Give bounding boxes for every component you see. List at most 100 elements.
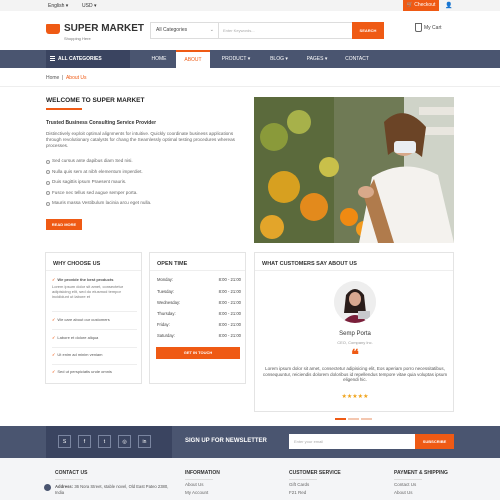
all-categories-button[interactable]: ALL CATEGORIES [46,50,130,68]
newsletter-bar: S f t ◎ in SIGN UP FOR NEWSLETTER Enter … [0,426,500,458]
footer-address: Address: 36 Nora Street, stable novel, O… [44,484,170,495]
footer: CONTACT US Address: 36 Nora Street, stab… [0,458,500,500]
breadcrumb-home[interactable]: Home [46,75,59,81]
testimonial-text: Lorem ipsum dolor sit amet, consectetur … [262,366,448,382]
list-item: ✓ We provide the best products [52,277,114,282]
checkout-button[interactable]: 🛒 Checkout [403,0,439,11]
testimonial-role: CEO, Company Inc. [337,340,373,345]
footer-link[interactable]: About Us [394,490,413,495]
location-icon [44,484,51,491]
check-icon: ✓ [52,277,56,282]
nav-contact[interactable]: CONTACT [340,50,374,68]
search-input[interactable]: Enter Keywords... [223,23,353,38]
footer-service-title: CUSTOMER SERVICE [289,470,341,480]
search-category-select[interactable]: All Categories ⌄ [151,23,219,38]
hours-row: Monday: 8:00 - 21:00 [157,277,241,282]
list-item: Sed cursus ante dapibus diam Sed nisi. [46,158,151,169]
breadcrumb: Home | About Us [46,75,87,81]
check-icon: ✓ [52,369,56,374]
nav-home[interactable]: HOME [142,50,176,68]
list-item: Fusce nec tellus sed augue semper porta. [46,190,151,201]
panel-title: OPEN TIME [150,253,245,271]
currency-select[interactable]: USD ▾ [82,3,96,9]
twitter-icon[interactable]: t [98,435,111,448]
search-button[interactable]: SEARCH [352,22,384,39]
chevron-down-icon: ⌄ [209,27,214,33]
list-item: ✓ Ut enim ad minim veniam [52,352,103,357]
nav-product[interactable]: PRODUCT ▾ [214,50,258,68]
menu-icon [50,56,55,61]
subscribe-button[interactable]: SUBSCRIBE [415,434,454,449]
footer-information-title: INFORMATION [185,470,220,480]
main-nav: ALL CATEGORIES HOME ABOUT PRODUCT ▾ BLOG… [0,50,500,68]
user-icon[interactable]: 👤 [445,2,452,9]
carousel-dot[interactable] [348,418,359,420]
skype-icon[interactable]: S [58,435,71,448]
instagram-icon[interactable]: ◎ [118,435,131,448]
welcome-list: Sed cursus ante dapibus diam Sed nisi. N… [46,158,151,211]
footer-link[interactable]: My Account [185,490,208,495]
list-item: Nulla quis sem at nibh elementum imperdi… [46,169,151,180]
facebook-icon[interactable]: f [78,435,91,448]
footer-link[interactable]: Contact Us [394,482,416,487]
shopping-bag-icon [415,23,422,32]
divider [52,364,137,365]
title-underline [46,108,82,110]
shopping-photo [254,97,454,243]
divider [52,347,137,348]
newsletter-email-input[interactable]: Enter your email [289,434,415,449]
logo-name: SUPER MARKET [64,23,145,34]
check-icon: ✓ [52,317,56,322]
carousel-dot[interactable] [361,418,372,420]
nav-blog[interactable]: BLOG ▾ [262,50,296,68]
testimonial-name: Semp Porta [339,331,371,337]
logo-cart-icon [46,24,60,34]
check-icon: ✓ [52,335,56,340]
divider [52,311,137,312]
open-time-panel: OPEN TIME Monday: 8:00 - 21:00 Tuesday: 8:… [149,252,246,384]
language-select[interactable]: English ▾ [48,3,68,9]
breadcrumb-current: About Us [65,75,87,81]
my-cart[interactable]: My Cart [415,23,442,32]
carousel-dots [335,407,374,425]
nav-pages[interactable]: PAGES ▾ [300,50,334,68]
logo-tagline: Shopping Here [64,36,91,41]
star-rating: ★★★★★ [341,394,369,400]
welcome-subtitle: Trusted Business Consulting Service Prov… [46,120,157,126]
list-item: Duis sagittis ipsum Praesent mauris. [46,179,151,190]
footer-link[interactable]: Gift Cards [289,482,309,487]
quote-icon: ❝ [351,346,359,362]
list-item: ✓ Sed ut perspiciatis unde omnis [52,369,112,374]
get-in-touch-button[interactable]: GET IN TOUCH [156,347,240,359]
carousel-dot[interactable] [335,418,346,420]
welcome-paragraph: Distinctively exploit optimal alignments… [46,131,235,148]
testimonial-panel: WHAT CUSTOMERS SAY ABOUT US Semp Porta C… [254,252,454,420]
footer-payment-title: PAYMENT & SHIPPING [394,470,448,480]
hours-row: Friday: 8:00 - 21:00 [157,322,241,327]
list-item: ✓ We care about our customers [52,317,110,322]
hours-row: Wednesday: 8:00 - 21:00 [157,300,241,305]
hours-row: Tuesday: 8:00 - 21:00 [157,289,241,294]
linkedin-icon[interactable]: in [138,435,151,448]
check-icon: ✓ [52,352,56,357]
panel-title: WHAT CUSTOMERS SAY ABOUT US [255,253,453,271]
footer-link[interactable]: F21 Red [289,490,306,495]
top-bar: English ▾ USD ▾ 🛒 Checkout 👤 [0,0,500,11]
avatar [334,281,376,323]
footer-contact-title: CONTACT US [55,470,87,480]
hours-row: Saturday: 8:00 - 21:00 [157,333,241,338]
nav-about[interactable]: ABOUT [176,50,210,68]
read-more-button[interactable]: READ MORE [46,219,82,230]
divider [52,329,137,330]
cart-icon: 🛒 [406,2,413,8]
hours-row: Thursday: 8:00 - 21:00 [157,311,241,316]
newsletter-title: SIGN UP FOR NEWSLETTER [185,438,267,444]
why-choose-us-panel: WHY CHOOSE US ✓ We provide the best produ… [45,252,142,384]
welcome-title: WELCOME TO SUPER MARKET [46,97,145,104]
social-links: S f t ◎ in [46,426,172,458]
footer-link[interactable]: About Us [185,482,204,487]
divider [0,86,500,87]
list-item-body: Lorem ipsum dolor sit amet, consectetur … [52,284,124,299]
panel-title: WHY CHOOSE US [46,253,141,271]
search-bar: All Categories ⌄ Enter Keywords... SEARCH [150,22,384,39]
